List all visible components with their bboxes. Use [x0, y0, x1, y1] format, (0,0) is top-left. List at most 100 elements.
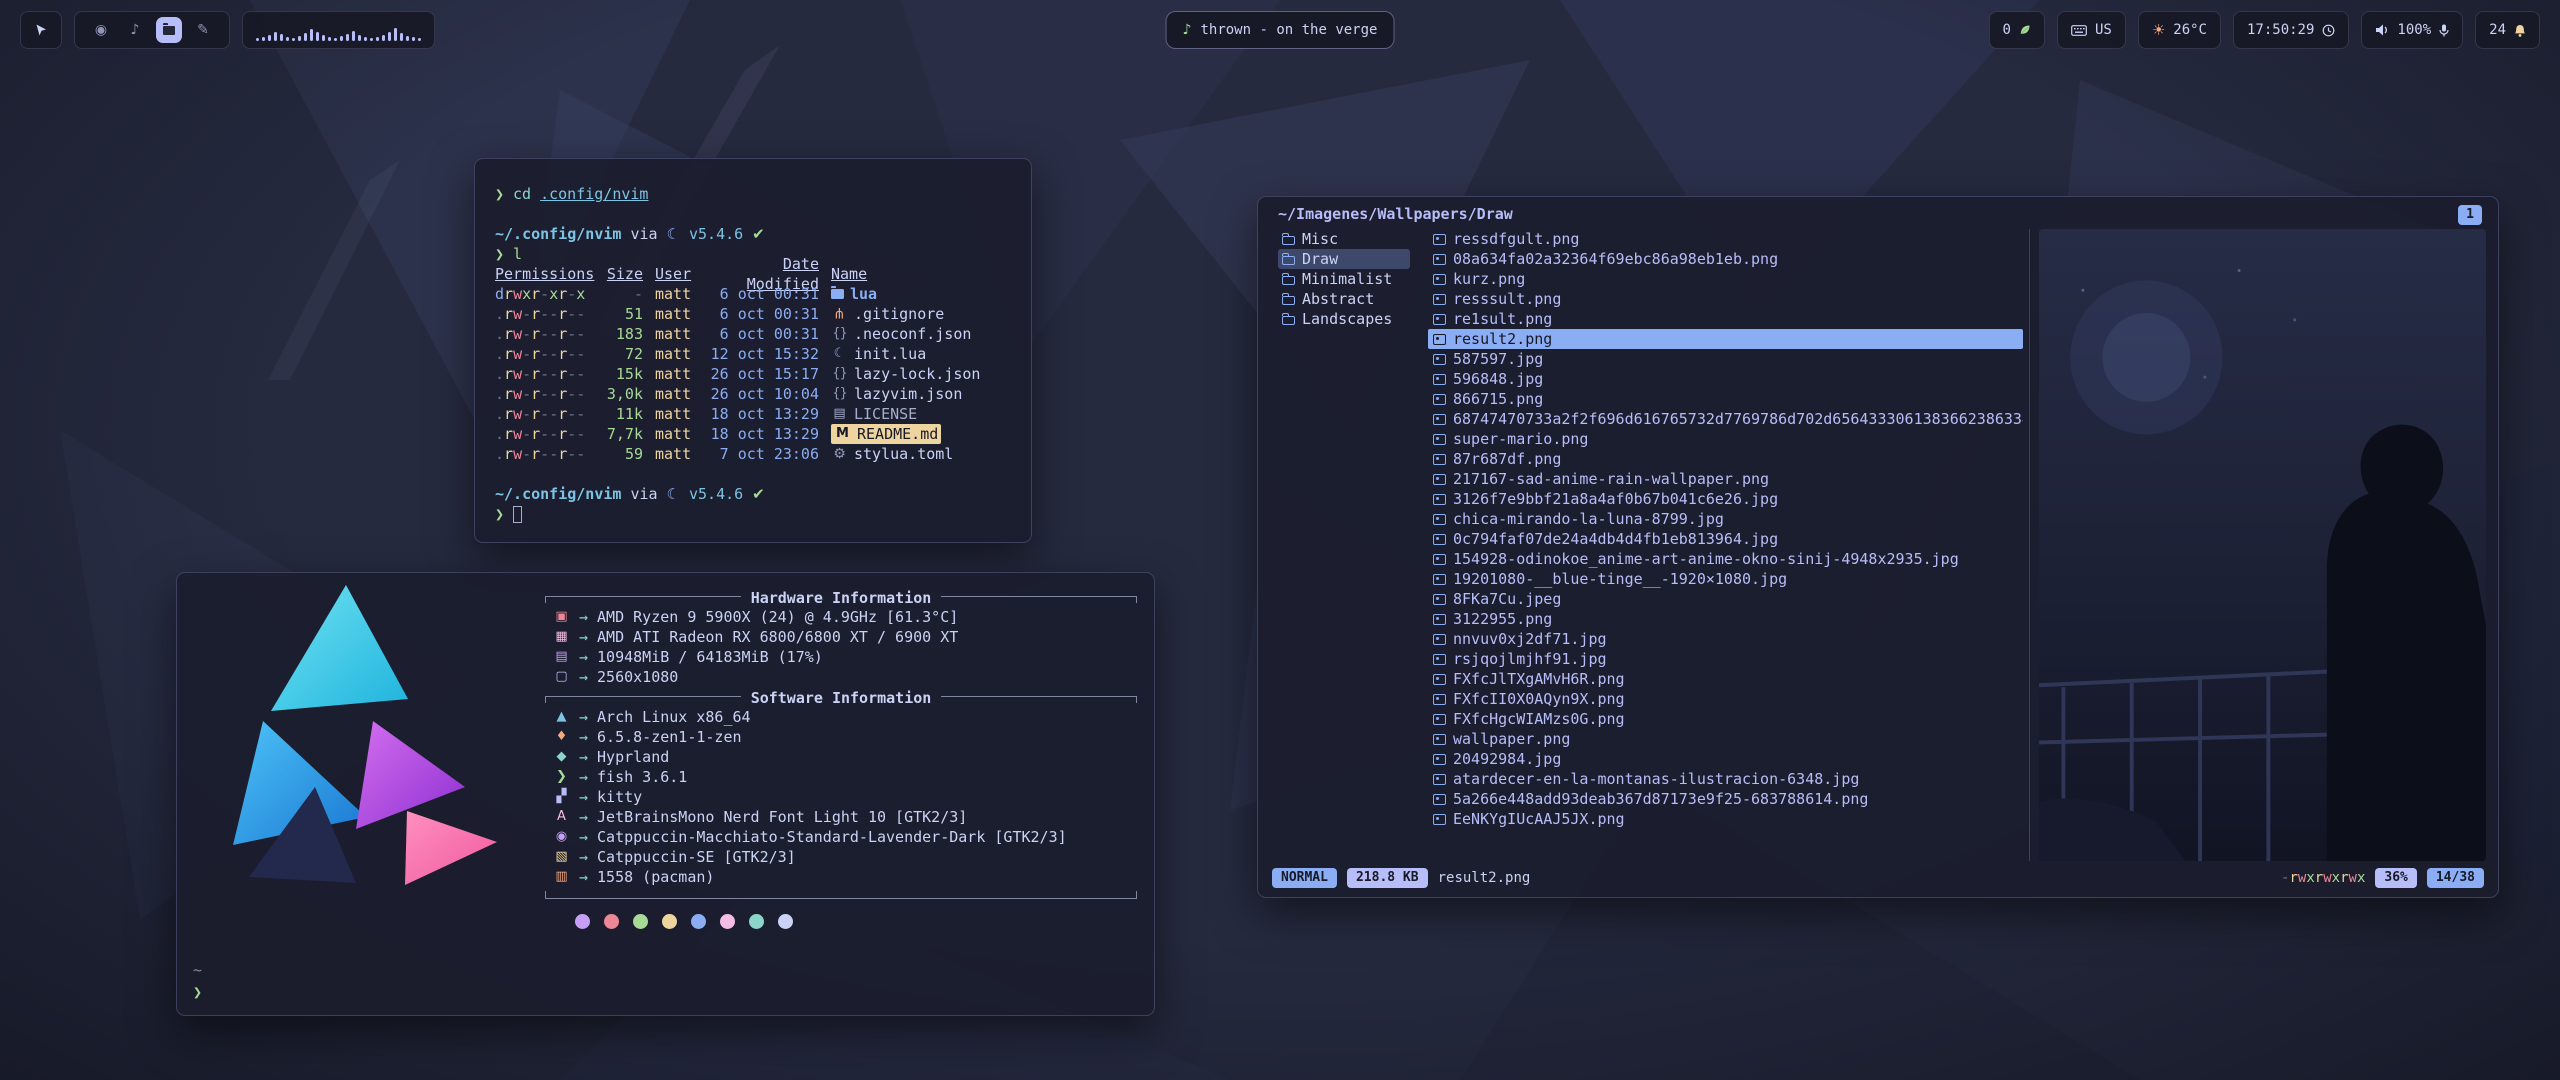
- now-playing-module[interactable]: ♪ thrown - on the verge: [1166, 11, 1395, 49]
- file-item[interactable]: wallpaper.png: [1428, 729, 2023, 749]
- file-item[interactable]: 587597.jpg: [1428, 349, 2023, 369]
- weather-module[interactable]: ☀ 26°C: [2138, 11, 2221, 49]
- user-value: matt: [655, 284, 695, 304]
- arrow-icon: →: [579, 707, 588, 727]
- system-info-window[interactable]: Hardware Information ▣ → AMD Ryzen 9 590…: [176, 572, 1155, 1016]
- file-name: 866715.png: [1453, 390, 1543, 408]
- permissions-value: .rw-r--r--: [495, 364, 591, 384]
- file-item[interactable]: 217167-sad-anime-rain-wallpaper.png: [1428, 469, 2023, 489]
- filetype-icon: [834, 427, 851, 441]
- file-item[interactable]: FXfcII0X0AQyn9X.png: [1428, 689, 2023, 709]
- directory-item[interactable]: Misc: [1278, 229, 1410, 249]
- permissions-value: .rw-r--r--: [495, 324, 591, 344]
- audio-visualizer-module: [242, 11, 435, 49]
- image-file-icon: [1433, 474, 1446, 485]
- workspace-button[interactable]: ✎: [190, 17, 216, 43]
- file-item[interactable]: 0c794faf07de24a4db4d4fb1eb813964.jpg: [1428, 529, 2023, 549]
- info-row: ◉ → Catppuccin-Macchiato-Standard-Lavend…: [545, 827, 1137, 847]
- file-item[interactable]: 5a266e448add93deab367d87173e9f25-6837886…: [1428, 789, 2023, 809]
- image-file-icon: [1433, 394, 1446, 405]
- info-row: ▣ → AMD Ryzen 9 5900X (24) @ 4.9GHz [61.…: [545, 607, 1137, 627]
- file-item[interactable]: 19201080-__blue-tinge__-1920×1080.jpg: [1428, 569, 2023, 589]
- clock-module[interactable]: 17:50:29: [2233, 11, 2349, 49]
- directory-pane: Misc Draw Minimalist Abstract: [1278, 229, 1410, 861]
- color-dot: [633, 914, 648, 929]
- keyboard-layout-module[interactable]: US: [2057, 11, 2126, 49]
- file-item[interactable]: 8FKa7Cu.jpeg: [1428, 589, 2023, 609]
- arrow-icon: →: [579, 727, 588, 747]
- file-item[interactable]: 87r687df.png: [1428, 449, 2023, 469]
- image-file-icon: [1433, 514, 1446, 525]
- prompt-symbol: ❯: [495, 244, 504, 264]
- prompt-line: ~/.config/nvimvia☾v5.4.6✔: [495, 484, 1011, 504]
- workspace-button[interactable]: [156, 17, 182, 43]
- scroll-percent-badge: 36%: [2375, 868, 2416, 888]
- date-value: 26 oct 10:04: [707, 384, 819, 404]
- preview-image: [2039, 229, 2486, 861]
- updates-module[interactable]: 0: [1989, 11, 2045, 49]
- size-value: 72: [601, 344, 643, 364]
- filename: README.md: [857, 424, 938, 444]
- file-item[interactable]: EeNKYgIUcAAJ5JX.png: [1428, 809, 2023, 829]
- file-item[interactable]: result2.png: [1428, 329, 2023, 349]
- listing-row: .rw-r--r-- 7,7k matt 18 oct 13:29 README…: [495, 424, 1011, 444]
- visualizer-bar: [418, 38, 421, 41]
- directory-item[interactable]: Abstract: [1278, 289, 1410, 309]
- image-file-icon: [1433, 554, 1446, 565]
- listing-row: .rw-r--r-- 51 matt 6 oct 00:31 .gitignor…: [495, 304, 1011, 324]
- file-name: nnvuv0xj2df71.jpg: [1453, 630, 1607, 648]
- info-value: AMD Ryzen 9 5900X (24) @ 4.9GHz [61.3°C]: [597, 607, 958, 627]
- file-item[interactable]: 596848.jpg: [1428, 369, 2023, 389]
- info-icon: ▞: [553, 787, 570, 807]
- terminal-window[interactable]: ❯cd.config/nvim ~/.config/nvimvia☾v5.4.6…: [474, 158, 1032, 543]
- folder-icon: [1282, 296, 1295, 305]
- file-item[interactable]: 20492984.jpg: [1428, 749, 2023, 769]
- keyboard-icon: [2071, 25, 2087, 36]
- file-item[interactable]: super-mario.png: [1428, 429, 2023, 449]
- file-item[interactable]: 68747470733a2f2f696d616765732d7769786d70…: [1428, 409, 2023, 429]
- visualizer-bar: [352, 31, 355, 41]
- listing-row: .rw-r--r-- 11k matt 18 oct 13:29 LICENSE: [495, 404, 1011, 424]
- notifications-module[interactable]: 24: [2475, 11, 2540, 49]
- launcher-button[interactable]: [20, 11, 62, 49]
- file-item[interactable]: 866715.png: [1428, 389, 2023, 409]
- info-row: ◆ → Hyprland: [545, 747, 1137, 767]
- notifications-count: 24: [2489, 22, 2506, 38]
- file-item[interactable]: re1sult.png: [1428, 309, 2023, 329]
- tab-indicator[interactable]: 1: [2458, 205, 2482, 225]
- directory-item[interactable]: Minimalist: [1278, 269, 1410, 289]
- file-item[interactable]: FXfcHgcWIAMzs0G.png: [1428, 709, 2023, 729]
- file-item[interactable]: 3122955.png: [1428, 609, 2023, 629]
- file-manager-window[interactable]: ~/Imagenes/Wallpapers/Draw 1 Misc Draw M…: [1257, 196, 2499, 898]
- file-item[interactable]: rsjqojlmjhf91.jpg: [1428, 649, 2023, 669]
- file-item[interactable]: resssult.png: [1428, 289, 2023, 309]
- file-item[interactable]: ressdfgult.png: [1428, 229, 2023, 249]
- audio-module[interactable]: 100%: [2361, 11, 2463, 49]
- prompt-path: ~/.config/nvim: [495, 484, 621, 504]
- file-item[interactable]: atardecer-en-la-montanas-ilustracion-634…: [1428, 769, 2023, 789]
- file-item[interactable]: 08a634fa02a32364f69ebc86a98eb1eb.png: [1428, 249, 2023, 269]
- info-value: Catppuccin-SE [GTK2/3]: [597, 847, 796, 867]
- cursor-line[interactable]: ❯: [495, 504, 1011, 524]
- file-item[interactable]: FXfcJlTXgAMvH6R.png: [1428, 669, 2023, 689]
- column-permissions: Permissions: [495, 264, 591, 284]
- file-item[interactable]: 154928-odinokoe_anime-art-anime-okno-sin…: [1428, 549, 2023, 569]
- file-name: ressdfgult.png: [1453, 230, 1579, 248]
- listing-header: Permissions Size User Date Modified Name: [495, 264, 1011, 284]
- terminal-cursor: [513, 506, 522, 523]
- file-item[interactable]: 3126f7e9bbf21a8a4af0b67b041c6e26.jpg: [1428, 489, 2023, 509]
- size-value: 183: [601, 324, 643, 344]
- file-name: super-mario.png: [1453, 430, 1588, 448]
- directory-item[interactable]: Draw: [1278, 249, 1410, 269]
- file-name: 3126f7e9bbf21a8a4af0b67b041c6e26.jpg: [1453, 490, 1778, 508]
- file-item[interactable]: nnvuv0xj2df71.jpg: [1428, 629, 2023, 649]
- visualizer-bar: [322, 35, 325, 41]
- file-item[interactable]: chica-mirando-la-luna-8799.jpg: [1428, 509, 2023, 529]
- file-item[interactable]: kurz.png: [1428, 269, 2023, 289]
- directory-item[interactable]: Landscapes: [1278, 309, 1410, 329]
- date-value: 6 oct 00:31: [707, 324, 819, 344]
- workspace-button[interactable]: ◉: [88, 17, 114, 43]
- color-dot: [604, 914, 619, 929]
- workspace-button[interactable]: ♪: [122, 17, 148, 43]
- check-icon: ✔: [752, 224, 765, 244]
